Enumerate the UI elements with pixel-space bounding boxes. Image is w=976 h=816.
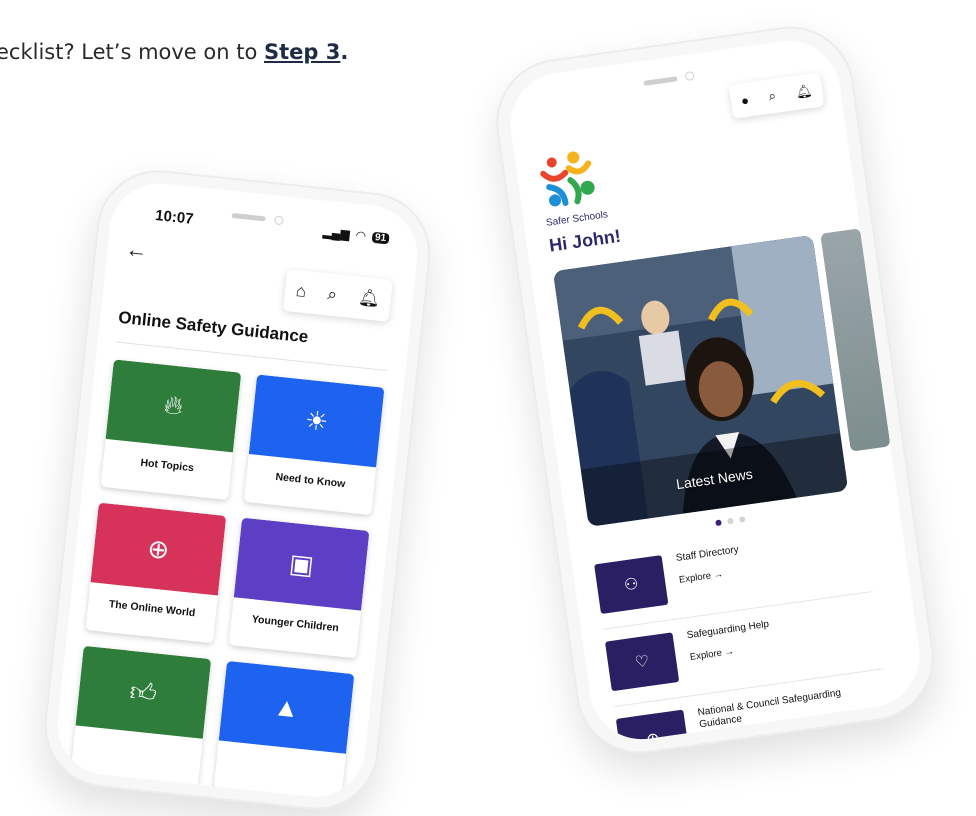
- greeting: Hi John!: [547, 225, 622, 256]
- intro-end: .: [340, 40, 349, 64]
- speaker-notch: [643, 76, 678, 86]
- home-icon[interactable]: ⌂: [295, 281, 307, 302]
- camera-dot: [273, 215, 284, 226]
- phone-screen: 10:07 ▂▄▆ ◠ 91 ← ⌂ ⌕ 🔔︎ Online Safety Gu…: [52, 178, 423, 802]
- battery-icon: 91: [371, 231, 390, 244]
- explore-link[interactable]: Explore →: [678, 569, 723, 586]
- tile-thumbs-up[interactable]: 👍︎: [70, 645, 212, 787]
- tile-images[interactable]: ▲: [213, 660, 355, 802]
- carousel-dot-active[interactable]: [715, 519, 722, 527]
- carousel-dot[interactable]: [738, 516, 746, 523]
- people-icon: ⚇: [594, 555, 669, 615]
- tile-need-to-know[interactable]: ☀ Need to Know: [243, 374, 385, 516]
- tile-hot-topics[interactable]: 🔥︎ Hot Topics: [100, 359, 242, 501]
- intro-lead: ecklist? Let’s move on to: [0, 40, 264, 64]
- camera-dot: [684, 70, 695, 82]
- image-icon: ▲: [218, 660, 355, 754]
- list-item-title: Staff Directory: [675, 544, 740, 565]
- top-icon-bar: ⌂ ⌕ 🔔︎: [282, 269, 393, 322]
- phone-safer-schools: ● ⌕ 🔔︎ Safer Schools Hi John! Latest New…: [488, 18, 942, 762]
- wifi-icon: ◠: [354, 227, 367, 244]
- top-icon-bar: ● ⌕ 🔔︎: [728, 72, 825, 119]
- carousel-dot[interactable]: [727, 517, 734, 525]
- profile-icon[interactable]: ●: [740, 92, 750, 108]
- status-bar-icons: ▂▄▆ ◠ 91: [322, 225, 390, 246]
- block-icon: ▣: [233, 517, 370, 611]
- signal-icon: ▂▄▆: [322, 224, 351, 242]
- phone-online-safety: 10:07 ▂▄▆ ◠ 91 ← ⌂ ⌕ 🔔︎ Online Safety Gu…: [38, 164, 437, 816]
- back-arrow-icon[interactable]: ←: [124, 236, 148, 264]
- carousel-dots: [715, 516, 746, 527]
- page-title: Online Safety Guidance: [117, 307, 310, 347]
- step-3-link[interactable]: Step 3: [264, 40, 340, 64]
- lightbulb-icon: ☀: [248, 374, 385, 468]
- intro-text: ecklist? Let’s move on to Step 3.: [0, 40, 348, 64]
- fire-icon: 🔥︎: [105, 359, 242, 453]
- search-icon[interactable]: ⌕: [768, 88, 777, 105]
- search-icon[interactable]: ⌕: [326, 284, 338, 305]
- bell-icon[interactable]: 🔔︎: [357, 288, 380, 310]
- speaker-notch: [231, 212, 266, 222]
- latest-news-card[interactable]: Latest News: [552, 234, 849, 527]
- hand-heart-icon: ♡: [604, 632, 680, 692]
- safer-schools-logo: [540, 151, 595, 207]
- thumbs-up-icon: 👍︎: [75, 645, 212, 739]
- status-time: 10:07: [154, 206, 195, 228]
- phone-screen: ● ⌕ 🔔︎ Safer Schools Hi John! Latest New…: [503, 34, 927, 746]
- globe-icon: ⊕: [90, 502, 227, 596]
- tile-online-world[interactable]: ⊕ The Online World: [85, 502, 227, 644]
- tile-younger-children[interactable]: ▣ Younger Children: [228, 517, 370, 659]
- explore-link[interactable]: Explore →: [689, 646, 734, 663]
- bell-icon[interactable]: 🔔︎: [795, 83, 814, 101]
